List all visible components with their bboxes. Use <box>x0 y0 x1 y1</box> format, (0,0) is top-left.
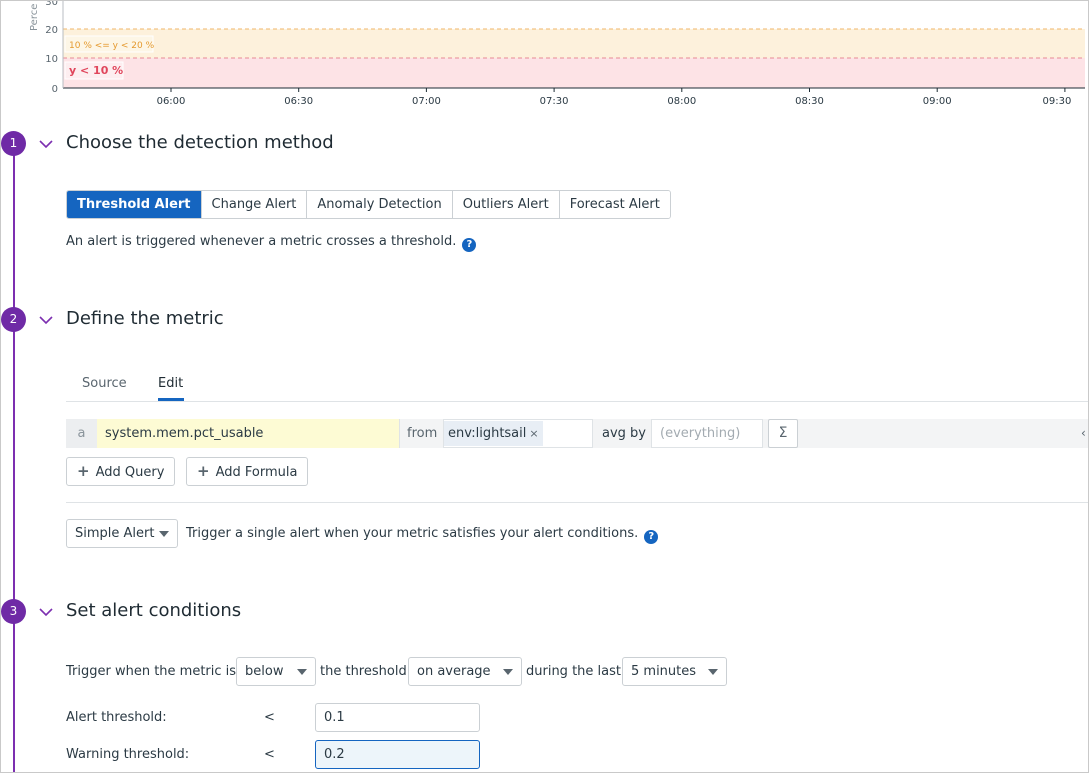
add-query-button[interactable]: + Add Query <box>66 457 176 486</box>
alert-type-description-row: Trigger a single alert when your metric … <box>186 526 659 544</box>
chevron-down-icon[interactable] <box>39 313 53 327</box>
metric-preview-chart: Perce 30 20 10 0 10 % <= y < 20 % y < 10… <box>29 1 1085 107</box>
caret-down-icon <box>297 669 307 675</box>
alert-threshold-input[interactable] <box>315 703 480 732</box>
step-2-title: Define the metric <box>66 308 224 329</box>
aggregation-selector[interactable]: avg by <box>602 419 646 448</box>
add-formula-label: Add Formula <box>215 465 298 480</box>
caret-down-icon <box>159 531 169 537</box>
function-sigma-button[interactable]: Σ <box>768 419 798 448</box>
from-label: from <box>407 426 438 441</box>
y-tick-20: 20 <box>45 25 58 36</box>
add-query-label: Add Query <box>95 465 165 480</box>
alert-type-select[interactable]: Simple Alert <box>66 519 178 548</box>
remove-tag-icon[interactable]: × <box>529 427 538 440</box>
chevron-down-icon[interactable] <box>39 605 53 619</box>
group-by-input[interactable]: (everything) <box>651 419 763 448</box>
help-icon[interactable]: ? <box>462 238 477 252</box>
tag-chip-label: env:lightsail <box>448 426 527 441</box>
change-alert-button[interactable]: Change Alert <box>201 191 308 218</box>
alert-type-description: Trigger a single alert when your metric … <box>186 526 639 541</box>
x-tick-label: 08:30 <box>795 96 824 107</box>
step-3-title: Set alert conditions <box>66 600 242 621</box>
threshold-text: the threshold <box>320 664 407 679</box>
alert-threshold-label: Alert threshold: <box>66 710 167 725</box>
step-1-title: Choose the detection method <box>66 132 334 153</box>
section-divider <box>66 502 1088 503</box>
during-text: during the last <box>526 664 621 679</box>
tab-divider <box>66 401 1088 402</box>
caret-down-icon <box>503 669 513 675</box>
y-tick-10: 10 <box>45 54 58 65</box>
alert-threshold-operator: < <box>264 710 275 725</box>
alert-band-label: y < 10 % <box>69 64 123 77</box>
alert-type-value: Simple Alert <box>75 526 155 541</box>
plus-icon: + <box>77 462 90 480</box>
active-tab-indicator <box>158 398 184 401</box>
chevron-down-icon[interactable] <box>39 137 53 151</box>
tag-filter-input[interactable]: env:lightsail × <box>443 419 593 448</box>
comparison-select[interactable]: below <box>236 657 316 686</box>
comparison-value: below <box>245 664 284 679</box>
detection-description: An alert is triggered whenever a metric … <box>66 234 457 249</box>
x-tick-label: 07:30 <box>540 96 569 107</box>
anomaly-detection-button[interactable]: Anomaly Detection <box>307 191 453 218</box>
time-window-value: 5 minutes <box>631 664 697 679</box>
y-axis-label: Perce <box>29 4 40 31</box>
step-rail <box>13 144 15 772</box>
tag-chip: env:lightsail × <box>444 421 543 446</box>
x-tick-label: 09:30 <box>1042 96 1071 107</box>
query-row: a system.mem.pct_usable from env:lightsa… <box>66 419 1088 448</box>
plus-icon: + <box>197 462 210 480</box>
outliers-alert-button[interactable]: Outliers Alert <box>452 191 560 218</box>
x-tick-label: 06:00 <box>157 96 186 107</box>
warning-threshold-label: Warning threshold: <box>66 747 190 762</box>
step-2-number: 2 <box>1 307 26 332</box>
warning-band-label: 10 % <= y < 20 % <box>69 41 155 51</box>
threshold-alert-button[interactable]: Threshold Alert <box>67 191 202 218</box>
y-tick-30: 30 <box>45 1 58 8</box>
step-1-number: 1 <box>1 131 26 156</box>
detection-method-selector: Threshold Alert Change Alert Anomaly Det… <box>66 190 671 219</box>
time-window-select[interactable]: 5 minutes <box>622 657 727 686</box>
query-letter: a <box>66 419 97 448</box>
x-tick-label: 09:00 <box>923 96 952 107</box>
metric-name-input[interactable]: system.mem.pct_usable <box>97 419 400 448</box>
detection-description-row: An alert is triggered whenever a metric … <box>66 234 477 252</box>
trigger-prefix: Trigger when the metric is <box>66 664 237 679</box>
x-tick-label: 08:00 <box>667 96 696 107</box>
help-icon[interactable]: ? <box>644 530 659 544</box>
x-tick-label: 06:30 <box>284 96 313 107</box>
warning-threshold-operator: < <box>264 747 275 762</box>
step-3-number: 3 <box>1 599 26 624</box>
warning-threshold-input[interactable] <box>315 740 480 769</box>
x-tick-label: 07:00 <box>412 96 441 107</box>
evaluation-value: on average <box>417 664 491 679</box>
collapse-icon[interactable]: ‹ <box>1081 419 1086 448</box>
add-formula-button[interactable]: + Add Formula <box>186 457 309 486</box>
x-axis-ticks: 06:00 06:30 07:00 07:30 08:00 08:30 09:00 09:30 <box>157 88 1071 107</box>
evaluation-select[interactable]: on average <box>408 657 522 686</box>
tab-edit[interactable]: Edit <box>158 376 183 391</box>
warning-band <box>63 29 1085 58</box>
y-tick-0: 0 <box>52 84 58 95</box>
monitor-editor: Perce 30 20 10 0 10 % <= y < 20 % y < 10… <box>0 0 1089 773</box>
caret-down-icon <box>708 669 718 675</box>
forecast-alert-button[interactable]: Forecast Alert <box>559 191 670 218</box>
tab-source[interactable]: Source <box>82 376 127 391</box>
alert-band <box>63 58 1085 88</box>
